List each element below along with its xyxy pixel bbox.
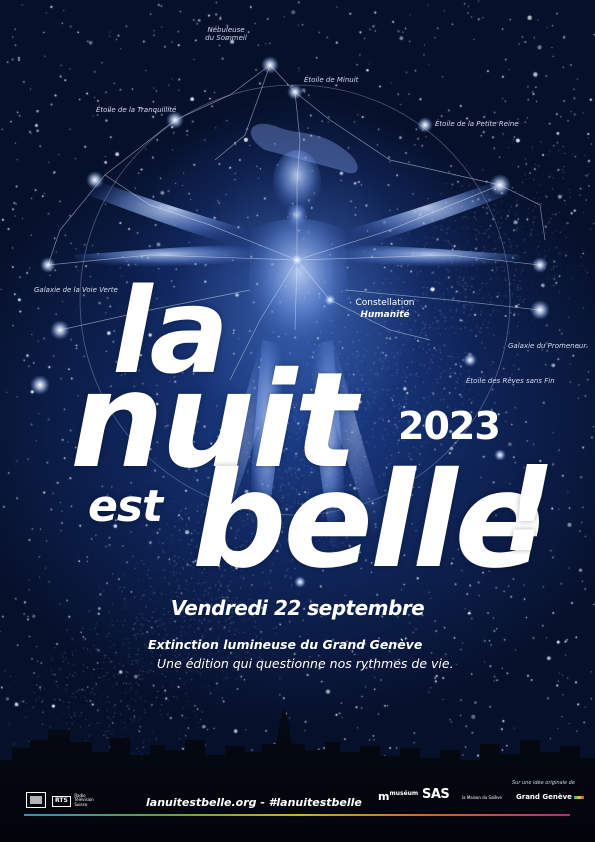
- partner-logo-1: [26, 792, 46, 808]
- website-hashtag[interactable]: lanuitestbelle.org - #lanuitestbelle: [146, 796, 362, 809]
- maison-saleve-logo: la Maison du Salève: [462, 795, 502, 800]
- label-tranquillite: Étoile de la Tranquillité: [96, 106, 177, 114]
- label-voie-verte: Galaxie de la Voie Verte: [34, 286, 118, 294]
- rts-logo-text: RTS: [52, 796, 71, 807]
- color-bar: [24, 814, 570, 816]
- museum-m-icon: m: [378, 790, 390, 803]
- constellation-subname: Humanité: [360, 310, 410, 320]
- event-date: Vendredi 22 septembre: [170, 596, 425, 620]
- rts-logo-sub: Radio Télévision Suisse: [74, 793, 94, 807]
- title-est: est: [88, 481, 163, 532]
- label-nebuleuse-line2: du Sommeil: [205, 34, 247, 42]
- poster: Nébuleuse du Sommeil Étoile de Minuit Ét…: [0, 0, 595, 842]
- title-exclamation: !: [502, 440, 556, 578]
- title-belle: belle: [192, 444, 544, 598]
- museum-logo-text: muséum: [389, 790, 419, 797]
- label-reves: Étoile des Rêves sans Fin: [466, 377, 555, 385]
- idea-credit: Sur une idée originale de: [512, 780, 575, 786]
- label-nebuleuse-line1: Nébuleuse: [207, 26, 245, 34]
- label-minuit: Étoile de Minuit: [304, 76, 359, 84]
- rts-logo: RTS Radio Télévision Suisse: [52, 793, 100, 807]
- title-year: 2023: [398, 404, 501, 448]
- constellation-name: Constellation: [355, 298, 415, 308]
- label-petite-reine: Étoile de la Petite Reine: [435, 120, 519, 128]
- museum-logo: mmuséum: [378, 790, 419, 803]
- partner-square-icon: [30, 796, 42, 804]
- constellation-title: Constellation Humanité: [330, 298, 440, 320]
- label-promeneur: Galaxie du Promeneur: [508, 342, 587, 350]
- grand-geneve-text: Grand Genève: [516, 793, 572, 801]
- subtitle-italic: Une édition qui questionne nos rythmes d…: [157, 656, 454, 671]
- sas-logo: SAS: [422, 787, 450, 802]
- footer: RTS Radio Télévision Suisse mmuséum SAS …: [0, 780, 595, 842]
- rainbow-swoosh-icon: [574, 795, 585, 799]
- subtitle-bold: Extinction lumineuse du Grand Genève: [148, 637, 423, 652]
- label-nebuleuse: Nébuleuse du Sommeil: [200, 26, 252, 42]
- grand-geneve-logo: Grand Genève: [516, 793, 585, 802]
